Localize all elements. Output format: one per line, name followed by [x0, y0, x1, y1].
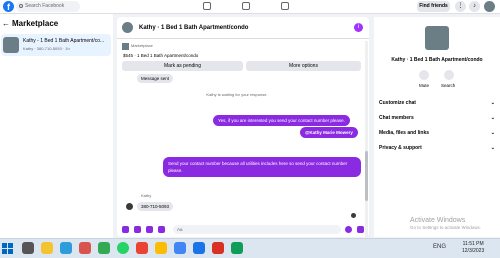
chat-title[interactable]: Kathy · 1 Bed 1 Bath Apartment/condo	[139, 25, 248, 31]
groups-icon[interactable]	[281, 2, 289, 10]
activate-windows-watermark: Activate Windows Go to Settings to activ…	[410, 217, 481, 230]
clock-date: 12/3/2023	[462, 248, 485, 254]
edge-icon[interactable]	[60, 242, 72, 254]
chat-window: Kathy · 1 Bed 1 Bath Apartment/condo i M…	[117, 17, 369, 237]
clock[interactable]: 11:51 PM 12/3/2023	[462, 241, 484, 255]
chrome-icon[interactable]	[155, 242, 167, 254]
mark-pending-button[interactable]: Mark as pending	[122, 61, 243, 71]
customize-chat-row[interactable]: Customize chat ⌄	[379, 100, 497, 106]
media-files-label: Media, files and links	[379, 130, 430, 136]
mute-label: Mute	[419, 83, 430, 88]
menu-icon[interactable]: ⋮	[455, 1, 466, 12]
more-options-button[interactable]: More options	[246, 61, 361, 71]
marketplace-sidebar: ← Marketplace Kathy - 1 Bed 1 Bath Apart…	[0, 14, 113, 238]
chrome-icon[interactable]	[212, 242, 224, 254]
listing-image	[122, 43, 129, 50]
word-icon[interactable]	[193, 242, 205, 254]
chat-members-label: Chat members	[379, 115, 414, 121]
like-icon[interactable]	[357, 226, 364, 233]
listing-photo	[425, 26, 449, 50]
chat-header: Kathy · 1 Bed 1 Bath Apartment/condo i	[117, 17, 369, 39]
marketplace-label: Marketplace	[131, 43, 153, 48]
back-arrow-icon[interactable]: ←	[2, 19, 10, 28]
search-taskbar-icon[interactable]	[22, 242, 34, 254]
message-sent-bubble: Message sent	[137, 74, 174, 83]
chat-members-row[interactable]: Chat members ⌄	[379, 115, 497, 121]
image-icon[interactable]	[134, 226, 141, 233]
page-title: Marketplace	[12, 19, 59, 28]
chrome-icon[interactable]	[174, 242, 186, 254]
search-input[interactable]: Search Facebook	[16, 1, 80, 12]
find-friends-button[interactable]: Find friends	[417, 1, 450, 12]
scrollbar[interactable]	[365, 41, 368, 237]
search-label: Search	[441, 83, 456, 88]
chrome-icon[interactable]	[79, 242, 91, 254]
nav-icons	[203, 2, 320, 12]
message-placeholder: Aa	[177, 227, 183, 232]
facebook-logo[interactable]: f	[3, 1, 14, 12]
privacy-support-label: Privacy & support	[379, 145, 422, 151]
watermark-subtitle: Go to Settings to activate Windows.	[410, 225, 482, 230]
chat-details-panel: Kathy · 1 Bed 1 Bath Apartment/condo Mut…	[374, 17, 500, 237]
clock-time: 11:51 PM	[462, 241, 484, 247]
top-bar: f Search Facebook Find friends ⋮ ♪	[0, 0, 500, 14]
chrome-icon[interactable]	[231, 242, 243, 254]
chrome-icon[interactable]	[98, 242, 110, 254]
file-explorer-icon[interactable]	[41, 242, 53, 254]
listing-title: $545 · 1 Bed 1 Bath Apartment/condo	[123, 53, 199, 58]
friends-icon[interactable]	[242, 2, 250, 10]
privacy-support-row[interactable]: Privacy & support ⌄	[379, 145, 497, 151]
search-placeholder: Search Facebook	[25, 3, 65, 9]
chat-avatar[interactable]	[122, 22, 133, 33]
mic-icon[interactable]	[122, 226, 129, 233]
windows-start-icon[interactable]	[2, 243, 13, 254]
sender-avatar	[126, 203, 133, 210]
avatar[interactable]	[484, 1, 495, 12]
scrollbar-thumb[interactable]	[365, 151, 368, 201]
mute-icon[interactable]	[419, 70, 429, 80]
home-icon[interactable]	[203, 2, 211, 10]
mention-chip[interactable]: @Kathy Marie Mowery	[300, 127, 358, 138]
info-icon[interactable]: i	[354, 23, 363, 32]
conversation-item[interactable]: Kathy - 1 Bed 1 Bath Apartment/co... Kat…	[1, 34, 111, 56]
composer: Aa	[117, 222, 369, 237]
notifications-icon[interactable]: ♪	[469, 1, 480, 12]
language-indicator[interactable]: ENG	[433, 244, 446, 250]
outgoing-message-1: Yes, if you are interested you send your…	[213, 115, 350, 126]
whatsapp-icon[interactable]	[117, 242, 129, 254]
outgoing-message-2: Send your contact number because all uti…	[163, 157, 361, 177]
chevron-down-icon: ⌄	[490, 100, 495, 106]
chrome-icon[interactable]	[136, 242, 148, 254]
waiting-notice: Kathy is waiting for your response.	[206, 92, 268, 97]
emoji-icon[interactable]	[345, 226, 352, 233]
gif-icon[interactable]	[158, 226, 165, 233]
customize-chat-label: Customize chat	[379, 100, 416, 106]
conversation-subtitle: Kathy · 380-710-5093 · 1h	[23, 46, 70, 51]
chevron-down-icon: ⌄	[490, 145, 495, 151]
listing-thumbnail	[3, 37, 19, 53]
sender-name: Kathy	[141, 193, 152, 198]
incoming-message: 380-710-5093	[137, 202, 174, 211]
sticker-icon[interactable]	[146, 226, 153, 233]
search-icon	[19, 4, 23, 8]
conversation-title: Kathy - 1 Bed 1 Bath Apartment/co...	[23, 38, 105, 44]
seen-avatar	[351, 213, 356, 218]
taskbar: ENG 11:51 PM 12/3/2023	[0, 238, 500, 258]
chevron-down-icon: ⌄	[490, 115, 495, 121]
chevron-down-icon: ⌄	[490, 130, 495, 136]
message-input[interactable]: Aa	[173, 225, 341, 234]
details-title: Kathy · 1 Bed 1 Bath Apartment/condo	[391, 57, 483, 63]
media-files-row[interactable]: Media, files and links ⌄	[379, 130, 497, 136]
watermark-title: Activate Windows	[410, 217, 466, 224]
search-icon[interactable]	[444, 70, 454, 80]
